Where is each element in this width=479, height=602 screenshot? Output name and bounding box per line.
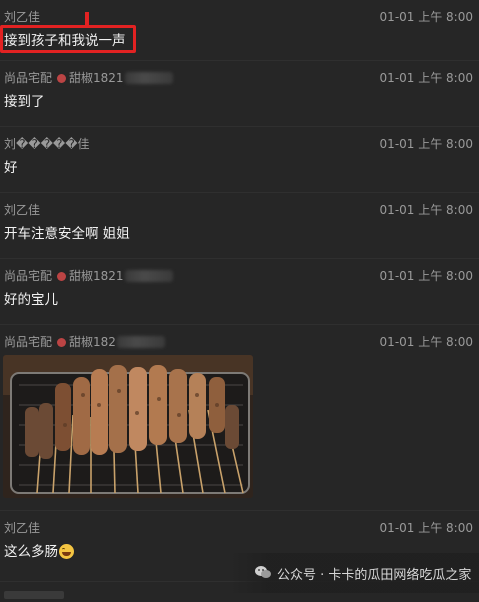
watermark-banner: 公众号 · 卡卡的瓜田网络吃瓜之家 — [229, 553, 479, 593]
message-text[interactable]: 接到了 — [4, 90, 45, 110]
message-time: 01-01 上午 8:00 — [379, 71, 473, 85]
message-time: 01-01 上午 8:00 — [379, 269, 473, 283]
message-sender: 尚品宅配 甜椒182 — [4, 333, 165, 350]
watermark-text: 公众号 · 卡卡的瓜田网络吃瓜之家 — [277, 568, 472, 583]
annotation-mark — [85, 12, 89, 26]
message-text[interactable]: 好 — [4, 156, 18, 176]
sender-name: 刘�����佳 — [4, 137, 90, 151]
lollipop-icon — [57, 272, 67, 281]
sender-nickname: 甜椒1821 — [69, 269, 124, 283]
sender-name: 尚品宅配 — [4, 71, 53, 85]
sender-name: 刘乙佳 — [4, 521, 41, 535]
message-item[interactable]: 尚品宅配 甜椒1821 01-01 上午 8:00 好的宝儿 — [0, 259, 479, 325]
message-text[interactable]: 好的宝儿 — [4, 288, 58, 308]
message-sender: 刘�����佳 — [4, 135, 90, 152]
sender-nickname: 甜椒182 — [69, 335, 116, 349]
lollipop-icon — [57, 338, 67, 347]
message-item[interactable]: 刘�����佳 01-01 上午 8:00 好 — [0, 127, 479, 193]
message-sender: 刘乙佳 — [4, 8, 40, 25]
message-item[interactable]: 刘乙佳 01-01 上午 8:00 接到孩子和我说一声 — [0, 0, 479, 61]
sender-name-cropped — [4, 591, 64, 599]
message-time: 01-01 上午 8:00 — [379, 335, 473, 349]
redacted-blur — [124, 270, 173, 282]
highlight-box — [0, 25, 136, 53]
message-sender — [4, 588, 64, 602]
message-time: 01-01 上午 8:00 — [379, 203, 473, 217]
message-text[interactable]: 这么多肠 — [4, 540, 74, 560]
sender-name: 刘乙佳 — [4, 10, 41, 24]
message-text-content: 这么多肠 — [4, 544, 58, 560]
redacted-blur — [124, 72, 173, 84]
message-sender: 刘乙佳 — [4, 519, 40, 536]
grinning-sweat-emoji-icon — [59, 544, 74, 559]
message-item[interactable]: 尚品宅配 甜椒1821 01-01 上午 8:00 接到了 — [0, 61, 479, 127]
redacted-blur — [116, 336, 165, 348]
photo-image — [3, 355, 253, 498]
lollipop-icon — [57, 74, 67, 83]
message-time: 01-01 上午 8:00 — [379, 137, 473, 151]
photo-grilled-skewers-icon[interactable] — [3, 355, 253, 498]
sender-name: 尚品宅配 — [4, 269, 53, 283]
wechat-icon — [255, 566, 271, 578]
message-text[interactable]: 开车注意安全啊 姐姐 — [4, 222, 130, 242]
sender-name: 尚品宅配 — [4, 335, 53, 349]
message-item[interactable]: 刘乙佳 01-01 上午 8:00 开车注意安全啊 姐姐 — [0, 193, 479, 259]
message-sender: 刘乙佳 — [4, 201, 40, 218]
sender-nickname: 甜椒1821 — [69, 71, 124, 85]
message-sender: 尚品宅配 甜椒1821 — [4, 69, 173, 86]
message-time: 01-01 上午 8:00 — [379, 521, 473, 535]
sender-name: 刘乙佳 — [4, 203, 41, 217]
message-time: 01-01 上午 8:00 — [379, 10, 473, 24]
message-sender: 尚品宅配 甜椒1821 — [4, 267, 173, 284]
